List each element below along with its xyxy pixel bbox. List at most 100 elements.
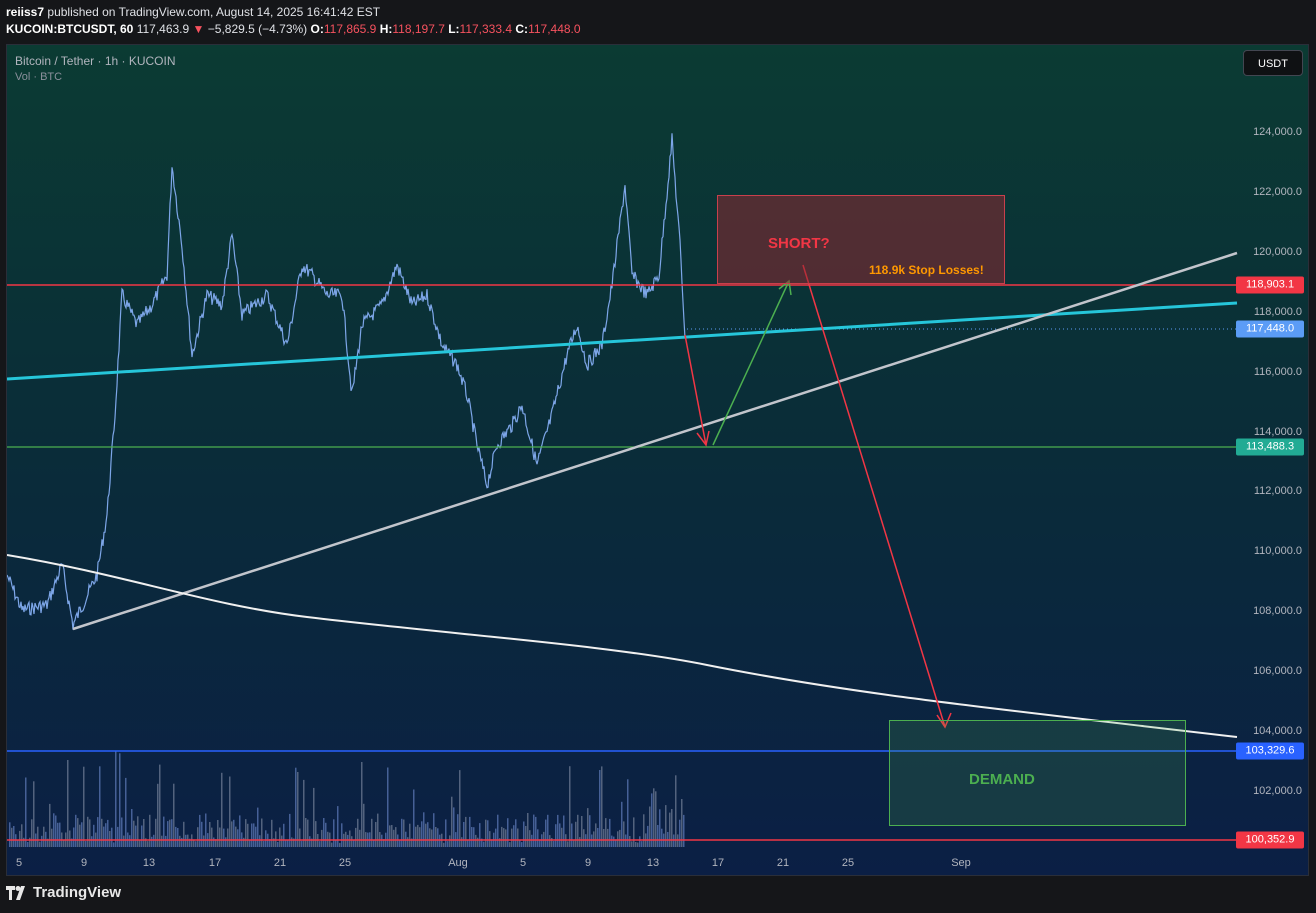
demand-zone[interactable] bbox=[889, 720, 1186, 826]
volume-bar bbox=[139, 840, 141, 847]
volume-bar bbox=[165, 835, 167, 847]
volume-bar bbox=[37, 826, 39, 847]
volume-bar bbox=[291, 837, 293, 847]
volume-bar bbox=[525, 826, 527, 847]
volume-bar bbox=[151, 836, 153, 847]
volume-bar bbox=[391, 825, 393, 847]
volume-bar bbox=[529, 830, 531, 847]
low-label: L: bbox=[448, 22, 460, 36]
volume-bar bbox=[315, 821, 317, 847]
volume-bar bbox=[637, 842, 639, 847]
volume-bar bbox=[119, 753, 121, 847]
volume-bar bbox=[419, 827, 421, 847]
down-arrow-2[interactable] bbox=[802, 264, 946, 728]
volume-bar bbox=[483, 841, 485, 847]
volume-bar bbox=[555, 824, 557, 847]
volume-bar bbox=[387, 767, 389, 847]
volume-bar bbox=[409, 823, 411, 847]
volume-bar bbox=[333, 819, 335, 847]
volume-bar bbox=[115, 751, 117, 847]
volume-bar bbox=[513, 825, 515, 847]
volume-bar bbox=[27, 842, 29, 847]
volume-bar bbox=[197, 827, 199, 847]
volume-bar bbox=[523, 821, 525, 847]
open-value: 117,865.9 bbox=[323, 22, 377, 36]
volume-bar bbox=[339, 842, 341, 847]
short-label: SHORT? bbox=[768, 235, 830, 252]
volume-bar bbox=[521, 842, 523, 847]
tradingview-logo-icon bbox=[6, 885, 25, 900]
volume-label: Vol · BTC bbox=[15, 71, 63, 83]
chart-pane[interactable]: Bitcoin / Tether · 1h · KUCOIN Vol · BTC… bbox=[6, 44, 1309, 876]
volume-bar bbox=[361, 762, 363, 847]
volume-bar bbox=[17, 840, 19, 847]
volume-bar bbox=[571, 823, 573, 847]
gray-trendline[interactable] bbox=[72, 251, 1238, 631]
volume-bar bbox=[553, 841, 555, 847]
volume-bar bbox=[595, 823, 597, 847]
cyan-trendline[interactable] bbox=[7, 301, 1238, 381]
volume-bar bbox=[589, 815, 591, 847]
volume-bar bbox=[217, 820, 219, 847]
symbol-label: KUCOIN:BTCUSDT, 60 bbox=[6, 22, 134, 36]
volume-bar bbox=[501, 826, 503, 847]
price-tick-label: 110,000.0 bbox=[1253, 545, 1302, 558]
volume-bar bbox=[85, 841, 87, 847]
price-level-badge: 100,352.9 bbox=[1236, 831, 1304, 849]
volume-bar bbox=[53, 813, 55, 847]
white-moving-average[interactable] bbox=[7, 554, 1238, 738]
price-series bbox=[7, 133, 686, 630]
up-arrow[interactable] bbox=[712, 280, 790, 446]
volume-bar bbox=[179, 835, 181, 847]
price-tick-label: 106,000.0 bbox=[1253, 665, 1302, 678]
volume-bar bbox=[91, 836, 93, 847]
volume-bar bbox=[257, 807, 259, 847]
volume-bar bbox=[307, 819, 309, 847]
volume-bar bbox=[67, 760, 69, 847]
volume-bar bbox=[271, 819, 273, 847]
close-label: C: bbox=[515, 22, 529, 36]
volume-bar bbox=[299, 828, 301, 847]
volume-bar bbox=[21, 824, 23, 847]
volume-bar bbox=[475, 834, 477, 847]
volume-bar bbox=[235, 826, 237, 847]
volume-bar bbox=[641, 841, 643, 847]
volume-bar bbox=[155, 818, 157, 847]
volume-bar bbox=[505, 829, 507, 847]
volume-bar bbox=[321, 829, 323, 847]
volume-bar bbox=[639, 836, 641, 847]
volume-bar bbox=[489, 831, 491, 847]
volume-bar bbox=[643, 814, 645, 847]
volume-bar bbox=[227, 828, 229, 847]
volume-bar bbox=[209, 822, 211, 847]
time-tick-label: 13 bbox=[646, 857, 660, 869]
volume-bar bbox=[431, 829, 433, 847]
volume-bar bbox=[577, 814, 579, 847]
high-label: H: bbox=[379, 22, 393, 36]
volume-bar bbox=[355, 827, 357, 847]
volume-bar bbox=[147, 841, 149, 847]
currency-button[interactable]: USDT bbox=[1243, 50, 1303, 76]
volume-bar bbox=[527, 813, 529, 847]
price-tick-label: 118,000.0 bbox=[1253, 305, 1302, 318]
time-tick-label: 5 bbox=[519, 857, 527, 869]
volume-bar bbox=[173, 783, 175, 847]
published-text: published on TradingView.com, August 14,… bbox=[47, 5, 381, 19]
volume-bar bbox=[177, 828, 179, 847]
price-tick-label: 108,000.0 bbox=[1253, 605, 1302, 618]
volume-bar bbox=[647, 825, 649, 847]
volume-bar bbox=[443, 842, 445, 847]
volume-bar bbox=[623, 821, 625, 847]
volume-bar bbox=[279, 827, 281, 847]
volume-bar bbox=[359, 829, 361, 847]
volume-bar bbox=[453, 807, 455, 847]
price-line[interactable] bbox=[7, 133, 686, 630]
time-tick-label: Aug bbox=[448, 857, 468, 869]
volume-bar bbox=[59, 822, 61, 847]
volume-bar bbox=[157, 783, 159, 847]
demand-label: DEMAND bbox=[969, 771, 1035, 788]
volume-bar bbox=[171, 819, 173, 847]
publisher-name[interactable]: reiiss7 bbox=[6, 5, 44, 19]
volume-bar bbox=[135, 825, 137, 847]
volume-bar bbox=[425, 823, 427, 847]
